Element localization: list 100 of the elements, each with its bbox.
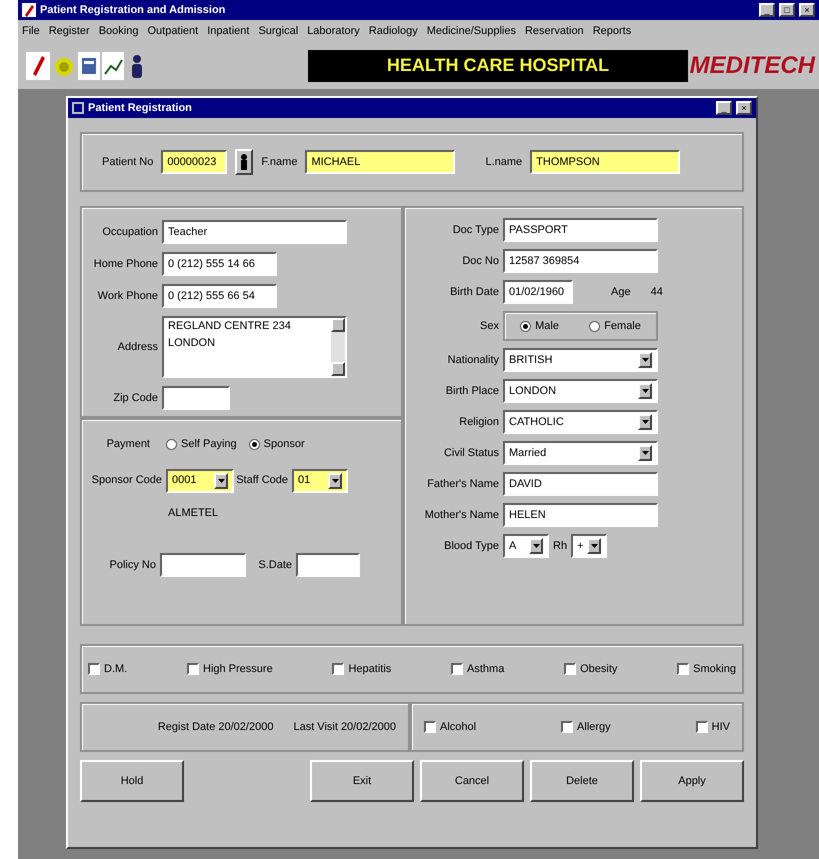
checkbox[interactable] xyxy=(332,663,344,675)
menu-item[interactable]: Reports xyxy=(592,22,632,40)
checkbox[interactable] xyxy=(561,721,574,733)
input-field[interactable]: 01 xyxy=(292,468,348,492)
checkbox[interactable] xyxy=(88,663,100,675)
field-label: Birth Date xyxy=(450,284,499,300)
input-field[interactable] xyxy=(162,386,230,410)
age-label: Age xyxy=(611,284,631,300)
hospital-banner: HEALTH CARE HOSPITAL xyxy=(308,50,688,82)
menu-item[interactable]: Medicine/Supplies xyxy=(426,22,516,40)
field-label: Civil Status xyxy=(444,446,499,461)
field-label: Address xyxy=(118,340,158,355)
input-field[interactable]: Teacher xyxy=(162,220,347,244)
input-field[interactable]: 00000023 xyxy=(161,150,228,174)
window-control[interactable]: × xyxy=(799,3,815,17)
field-label: Zip Code xyxy=(113,390,158,406)
checkbox-label: D.M. xyxy=(104,662,128,677)
checkbox-label: High Pressure xyxy=(203,662,273,677)
action-button[interactable]: Exit xyxy=(310,760,414,802)
field-label: Nationality xyxy=(448,352,499,368)
pencil-icon[interactable] xyxy=(26,52,50,80)
input-field[interactable]: PASSPORT xyxy=(503,218,658,242)
address-field[interactable]: REGLAND CENTRE 234 LONDON xyxy=(162,316,347,378)
checkbox[interactable] xyxy=(696,721,708,733)
action-button[interactable]: Apply xyxy=(640,760,744,802)
radio-label: Self Paying xyxy=(181,437,237,452)
input-field[interactable]: 0001 xyxy=(166,468,234,492)
menu-item[interactable]: Booking xyxy=(98,22,138,40)
menu-item[interactable]: File xyxy=(22,22,40,40)
action-button[interactable]: Cancel xyxy=(420,760,524,802)
checkbox[interactable] xyxy=(451,663,464,675)
app-icon xyxy=(22,3,36,17)
field-label: L.name xyxy=(485,154,522,170)
input-field[interactable]: Married xyxy=(503,441,658,465)
menu-item[interactable]: Surgical xyxy=(258,22,298,40)
input-field[interactable]: LONDON xyxy=(503,379,658,403)
radio-button[interactable] xyxy=(520,320,532,332)
radio-label: Female xyxy=(604,318,641,334)
field-label: Policy No xyxy=(110,558,156,573)
checkbox[interactable] xyxy=(424,721,436,733)
chart-icon[interactable] xyxy=(102,52,124,80)
field-label: Payment xyxy=(106,437,150,452)
checkbox-label: Hepatitis xyxy=(348,662,392,677)
input-field[interactable]: CATHOLIC xyxy=(503,410,658,434)
radio-label: Male xyxy=(535,318,559,334)
input-field[interactable]: THOMPSON xyxy=(530,150,680,174)
action-button[interactable]: Delete xyxy=(530,760,634,802)
input-field[interactable]: DAVID xyxy=(503,472,658,496)
checkbox[interactable] xyxy=(677,663,690,675)
input-field[interactable]: 01/02/1960 xyxy=(503,280,573,304)
input-field[interactable]: MICHAEL xyxy=(305,150,456,174)
field-label: Mother's Name xyxy=(424,508,499,523)
field-label: Sponsor Code xyxy=(92,473,162,488)
input-field[interactable]: 0 (212) 555 66 54 xyxy=(162,284,277,308)
field-label: Rh xyxy=(553,538,568,554)
input-field[interactable] xyxy=(296,553,360,577)
checkbox[interactable] xyxy=(187,663,199,675)
radio-label: Sponsor xyxy=(264,437,305,452)
menu-item[interactable]: Outpatient xyxy=(147,22,198,40)
input-field[interactable]: A xyxy=(503,534,549,558)
input-field[interactable]: 12587 369854 xyxy=(503,249,658,273)
sponsor-name: ALMETEL xyxy=(168,506,220,520)
field-label: Doc No xyxy=(462,254,499,269)
checkbox[interactable] xyxy=(564,663,576,675)
field-label: Father's Name xyxy=(427,476,499,492)
menu-item[interactable]: Reservation xyxy=(524,22,584,40)
window-control[interactable]: _ xyxy=(759,3,775,17)
window-control[interactable]: × xyxy=(736,101,752,115)
window-control[interactable]: □ xyxy=(779,3,795,17)
checkbox-label: Smoking xyxy=(693,662,736,677)
field-label: Blood Type xyxy=(444,538,499,554)
radio-button[interactable] xyxy=(589,320,600,332)
field-label: F.name xyxy=(261,154,298,170)
input-field[interactable]: BRITISH xyxy=(503,348,658,372)
radio-button[interactable] xyxy=(166,438,177,450)
person-icon xyxy=(240,154,248,170)
action-button[interactable]: Hold xyxy=(80,760,184,802)
field-label: Staff Code xyxy=(236,473,288,488)
menu-item[interactable]: Inpatient xyxy=(207,22,250,40)
menu-item[interactable]: Laboratory xyxy=(307,22,360,40)
date-text: Last Visit 20/02/2000 xyxy=(293,720,396,735)
document-icon[interactable] xyxy=(78,52,100,80)
scrollbar[interactable] xyxy=(331,318,345,376)
window-control[interactable]: _ xyxy=(716,101,732,115)
field-label: Work Phone xyxy=(98,288,158,304)
input-field[interactable]: + xyxy=(571,534,608,558)
dialog-title: Patient Registration xyxy=(88,100,193,116)
input-field[interactable]: 0 (212) 555 14 66 xyxy=(162,252,277,276)
radio-button[interactable] xyxy=(248,438,260,450)
menu-item[interactable]: Register xyxy=(48,22,90,40)
field-label: Patient No xyxy=(102,154,154,170)
input-field[interactable] xyxy=(160,553,246,577)
input-field[interactable]: HELEN xyxy=(503,503,658,527)
field-label: S.Date xyxy=(258,558,292,573)
checkbox-label: Obesity xyxy=(580,662,618,677)
date-text: Regist Date 20/02/2000 xyxy=(158,720,274,735)
logo: MEDITECH xyxy=(690,50,815,80)
menu-item[interactable]: Radiology xyxy=(368,22,418,40)
person-search-button[interactable] xyxy=(235,149,254,175)
field-label: Religion xyxy=(459,414,499,430)
